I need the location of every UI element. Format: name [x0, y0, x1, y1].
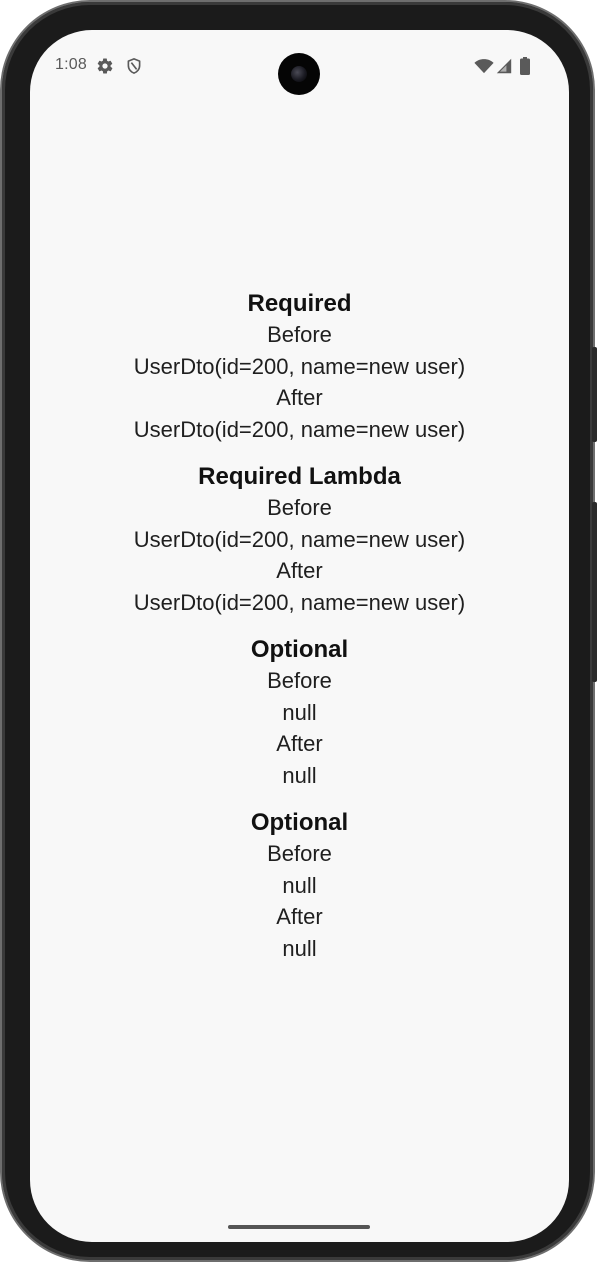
after-label: After: [276, 385, 323, 410]
section-optional: Optional Before null After null: [30, 634, 569, 791]
settings-icon: [97, 58, 113, 74]
volume-button: [592, 502, 597, 682]
screen: 1:08 Required Before UserDto(id=200, nam…: [30, 30, 569, 1242]
before-value: UserDto(id=200, name=new user): [133, 353, 466, 379]
shield-icon: [127, 58, 141, 74]
after-value: null: [282, 935, 317, 961]
after-label: After: [276, 558, 323, 583]
status-time: 1:08: [55, 56, 87, 73]
before-label: Before: [267, 841, 332, 866]
section-title: Required Lambda: [198, 463, 401, 490]
before-label: Before: [267, 322, 332, 347]
power-button: [592, 347, 597, 442]
phone-frame: 1:08 Required Before UserDto(id=200, nam…: [2, 2, 597, 1260]
before-value: null: [282, 872, 317, 898]
before-label: Before: [267, 668, 332, 693]
home-gesture-bar[interactable]: [228, 1225, 370, 1229]
before-value: UserDto(id=200, name=new user): [133, 526, 466, 552]
front-camera: [278, 53, 320, 95]
cell-signal-icon: [496, 58, 512, 74]
after-label: After: [276, 731, 323, 756]
section-optional-2: Optional Before null After null: [30, 807, 569, 964]
section-required-lambda: Required Lambda Before UserDto(id=200, n…: [30, 461, 569, 618]
after-value: UserDto(id=200, name=new user): [133, 416, 466, 442]
before-value: null: [282, 699, 317, 725]
section-title: Optional: [250, 809, 349, 836]
camera-lens: [291, 66, 307, 82]
after-value: UserDto(id=200, name=new user): [133, 589, 466, 615]
main-content: Required Before UserDto(id=200, name=new…: [30, 288, 569, 980]
battery-icon: [520, 57, 530, 75]
after-value: null: [282, 762, 317, 788]
section-required: Required Before UserDto(id=200, name=new…: [30, 288, 569, 445]
section-title: Optional: [250, 636, 349, 663]
wifi-icon: [474, 59, 494, 74]
section-title: Required: [247, 290, 352, 317]
before-label: Before: [267, 495, 332, 520]
after-label: After: [276, 904, 323, 929]
